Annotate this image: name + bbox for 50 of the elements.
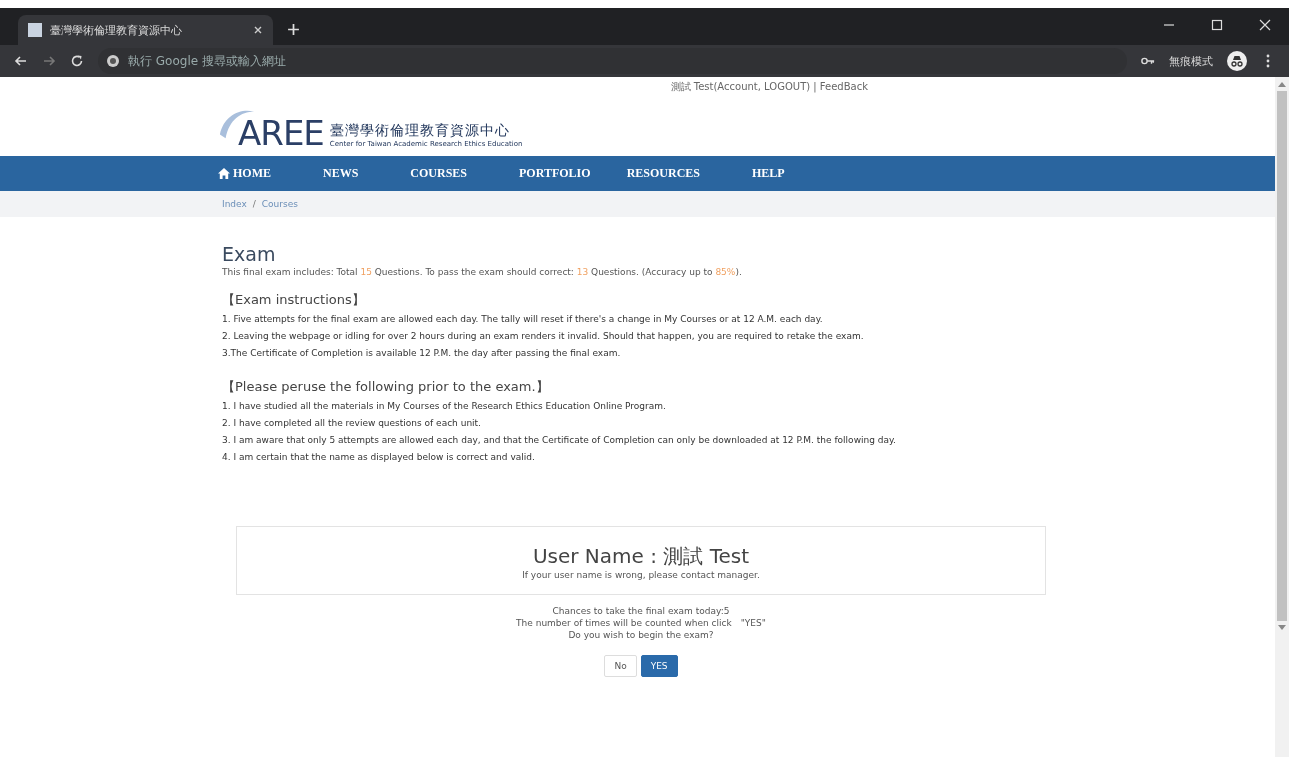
close-icon[interactable] [253,25,263,35]
nav-link[interactable]: COURSES [410,166,468,181]
breadcrumb-link[interactable]: Index [222,199,247,209]
globe-icon [106,54,120,68]
user-name-hint: If your user name is wrong, please contact manager. [521,570,761,580]
statement-text: 1. I have studied all the materials in My Courses of the Research Ethics Education Online Program. [222,401,667,411]
page-title: Exam [222,243,277,265]
nav-link[interactable]: PORTFOLIO [519,166,591,181]
exam-note: Do you wish to begin the exam? [567,629,715,641]
back-arrow-icon[interactable] [14,54,28,68]
logo-text: AREE [238,116,324,150]
maximize-icon[interactable] [1211,19,1223,31]
instruction-text: 2. Leaving the webpage or idling for over 2 hours during an exam renders it invalid. Should that happen, you are required to retake the exam. [222,331,865,341]
address-bar[interactable]: 執行 Google 搜尋或輸入網址 [98,48,1127,74]
exam-summary: This final exam includes: Total 15 Questions. To pass the exam should correct: 13 Questions. (Accuracy up to 85%). [222,267,743,277]
no-button[interactable]: No [604,655,637,677]
browser-tab[interactable]: 臺灣學術倫理教育資源中心 [18,15,273,45]
nav-link[interactable]: RESOURCES [626,166,700,181]
statement-text: 2. I have completed all the review questions of each unit. [222,418,482,428]
home-icon [218,168,230,179]
scroll-up-icon[interactable] [1278,81,1286,87]
forward-arrow-icon[interactable] [42,54,56,68]
tab-title: 臺灣學術倫理教育資源中心 [50,22,183,38]
new-tab-icon[interactable] [287,23,300,36]
statement-text: 3. I am aware that only 5 attempts are allowed each day, and that the Certificate of Completion can only be downloaded at 12 P.M. the following day. [222,435,897,445]
breadcrumb-link[interactable]: Courses [261,199,298,209]
close-icon[interactable] [1259,19,1271,31]
scrollbar-thumb[interactable] [1277,91,1287,621]
section-heading: 【Please peruse the following prior to the exam.】 [222,378,550,396]
account-links[interactable]: 測試 Test(Account, LOGOUT) | FeedBack [218,77,1068,94]
section-heading: 【Exam instructions】 [222,291,366,309]
statement-text: 4. I am certain that the name as displayed below is correct and valid. [222,452,536,462]
address-input[interactable]: 執行 Google 搜尋或輸入網址 [126,53,1119,69]
scrollbar[interactable] [1275,77,1289,757]
reload-icon[interactable] [70,54,84,68]
nav-link[interactable]: HOME [218,166,271,181]
site-name: 臺灣學術倫理教育資源中心 [329,122,511,140]
incognito-icon[interactable] [1227,51,1247,71]
instruction-text: 3.The Certificate of Completion is available 12 P.M. the day after passing the final exam. [222,348,622,358]
nav-link[interactable]: NEWS [323,166,359,181]
exam-note: The number of times will be counted when click "YES" [515,617,767,629]
nav-link[interactable]: HELP [752,166,785,181]
user-name: User Name : 測試 Test [531,543,751,570]
instruction-text: 1. Five attempts for the final exam are allowed each day. The tally will reset if there's a change in My Courses or at 12 A.M. each day. [222,314,824,324]
profile-label: 無痕模式 [1169,53,1213,69]
breadcrumb-separator: / [252,199,256,209]
site-icon [28,23,42,37]
scroll-down-icon[interactable] [1278,625,1286,631]
exam-note: Chances to take the final exam today:5 [551,605,731,617]
yes-button[interactable]: YES [640,655,678,677]
